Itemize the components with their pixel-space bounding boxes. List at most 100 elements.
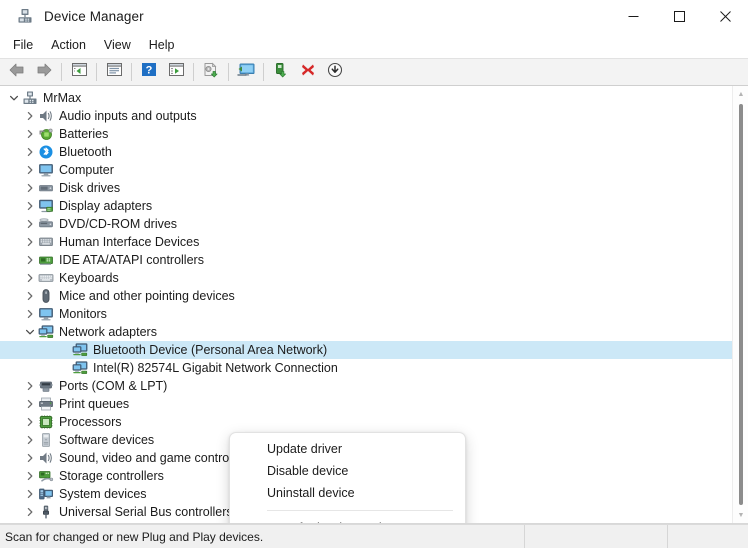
chevron-down-icon[interactable] [22, 324, 38, 340]
tree-item[interactable]: Intel(R) 82574L Gigabit Network Connecti… [0, 359, 732, 377]
minimize-button[interactable] [610, 0, 656, 32]
chevron-right-icon[interactable] [22, 396, 38, 412]
tree-item[interactable]: Audio inputs and outputs [0, 107, 732, 125]
status-pane-2 [525, 525, 668, 548]
chevron-right-icon[interactable] [22, 234, 38, 250]
tree-item[interactable]: MrMax [0, 89, 732, 107]
menu-view[interactable]: View [95, 35, 140, 55]
chevron-right-icon[interactable] [22, 216, 38, 232]
toolbar-separator [263, 63, 264, 81]
tree-item-label: Processors [59, 415, 122, 429]
device-tree-pane: MrMax Audio inputs and outputs Batteries Bl… [0, 86, 748, 524]
menu-help[interactable]: Help [140, 35, 184, 55]
tree-item[interactable]: Ports (COM & LPT) [0, 377, 732, 395]
tree-item-label: Intel(R) 82574L Gigabit Network Connecti… [93, 361, 338, 375]
back-button[interactable] [4, 60, 30, 84]
context-menu: Update driver Disable device Uninstall dev… [229, 432, 466, 523]
chevron-right-icon[interactable] [22, 306, 38, 322]
vertical-scrollbar[interactable]: ▲ ▼ [732, 86, 748, 523]
disable-device-icon [327, 62, 343, 83]
device-manager-window: Device Manager File Action View Help ? M… [0, 0, 748, 548]
tree-item[interactable]: Mice and other pointing devices [0, 287, 732, 305]
tree-item[interactable]: Keyboards [0, 269, 732, 287]
context-menu-item-update-driver[interactable]: Update driver [230, 438, 465, 460]
chevron-right-icon[interactable] [22, 252, 38, 268]
hid-icon [38, 234, 54, 250]
chevron-right-icon[interactable] [22, 180, 38, 196]
tree-item-label: Human Interface Devices [59, 235, 200, 249]
ide-controller-icon [38, 252, 54, 268]
title-bar: Device Manager [0, 0, 748, 32]
chevron-right-icon[interactable] [22, 486, 38, 502]
tree-item[interactable]: Monitors [0, 305, 732, 323]
enable-device-button[interactable] [268, 60, 294, 84]
toolbar-separator [61, 63, 62, 81]
scan-hardware-icon [236, 62, 256, 83]
chevron-right-icon[interactable] [22, 450, 38, 466]
tree-item[interactable]: IDE ATA/ATAPI controllers [0, 251, 732, 269]
tree-item[interactable]: Processors [0, 413, 732, 431]
dvd-drive-icon [38, 216, 54, 232]
tree-item[interactable]: Network adapters [0, 323, 732, 341]
chevron-down-icon[interactable] [6, 90, 22, 106]
tree-item[interactable]: Bluetooth [0, 143, 732, 161]
chevron-right-icon[interactable] [22, 162, 38, 178]
keyboard-icon [38, 270, 54, 286]
up-one-level-button[interactable] [66, 60, 92, 84]
update-driver-button[interactable] [198, 60, 224, 84]
tree-item-label: Network adapters [59, 325, 157, 339]
uninstall-device-button[interactable] [295, 60, 321, 84]
network-adapter-icon [72, 342, 88, 358]
menu-bar: File Action View Help [0, 32, 748, 58]
tree-item-selected[interactable]: Bluetooth Device (Personal Area Network) [0, 341, 732, 359]
disable-device-button[interactable] [322, 60, 348, 84]
tree-item[interactable]: Computer [0, 161, 732, 179]
chevron-right-icon[interactable] [22, 414, 38, 430]
maximize-button[interactable] [656, 0, 702, 32]
tree-item[interactable]: Disk drives [0, 179, 732, 197]
tree-item[interactable]: Human Interface Devices [0, 233, 732, 251]
monitor-icon [38, 162, 54, 178]
properties-button[interactable] [163, 60, 189, 84]
toolbar-separator [96, 63, 97, 81]
menu-action[interactable]: Action [42, 35, 95, 55]
scroll-up-arrow-icon[interactable]: ▲ [733, 86, 748, 102]
help-button[interactable]: ? [136, 60, 162, 84]
scrollbar-thumb[interactable] [739, 104, 743, 505]
chevron-right-icon[interactable] [22, 144, 38, 160]
tree-item[interactable]: Print queues [0, 395, 732, 413]
scroll-down-arrow-icon[interactable]: ▼ [733, 507, 748, 523]
chevron-right-icon[interactable] [22, 378, 38, 394]
close-button[interactable] [702, 0, 748, 32]
tree-item-label: Storage controllers [59, 469, 164, 483]
chevron-right-icon[interactable] [22, 468, 38, 484]
context-menu-item-disable-device[interactable]: Disable device [230, 460, 465, 482]
usb-icon [38, 504, 54, 520]
chevron-right-icon[interactable] [22, 108, 38, 124]
toolbar-separator [228, 63, 229, 81]
chevron-right-icon[interactable] [22, 288, 38, 304]
chevron-right-icon[interactable] [22, 198, 38, 214]
tree-item[interactable]: Batteries [0, 125, 732, 143]
context-menu-item-scan-for-hardware-changes[interactable]: Scan for hardware changes [230, 517, 465, 523]
enable-device-icon [273, 62, 290, 83]
forward-button[interactable] [31, 60, 57, 84]
tree-item[interactable]: DVD/CD-ROM drives [0, 215, 732, 233]
scan-for-hardware-changes-button[interactable] [233, 60, 259, 84]
menu-file[interactable]: File [4, 35, 42, 55]
device-manager-icon [16, 7, 34, 25]
chevron-right-icon[interactable] [22, 126, 38, 142]
speaker-icon [38, 450, 54, 466]
chevron-right-icon[interactable] [22, 504, 38, 520]
expander-placeholder [56, 360, 72, 376]
show-hide-console-tree-button[interactable] [101, 60, 127, 84]
network-adapter-icon [72, 360, 88, 376]
back-arrow-icon [8, 62, 26, 83]
tree-item[interactable]: Display adapters [0, 197, 732, 215]
context-menu-item-uninstall-device[interactable]: Uninstall device [230, 482, 465, 504]
tree-item-label: Bluetooth [59, 145, 112, 159]
speaker-icon [38, 108, 54, 124]
chevron-right-icon[interactable] [22, 270, 38, 286]
tree-item-label: IDE ATA/ATAPI controllers [59, 253, 204, 267]
chevron-right-icon[interactable] [22, 432, 38, 448]
